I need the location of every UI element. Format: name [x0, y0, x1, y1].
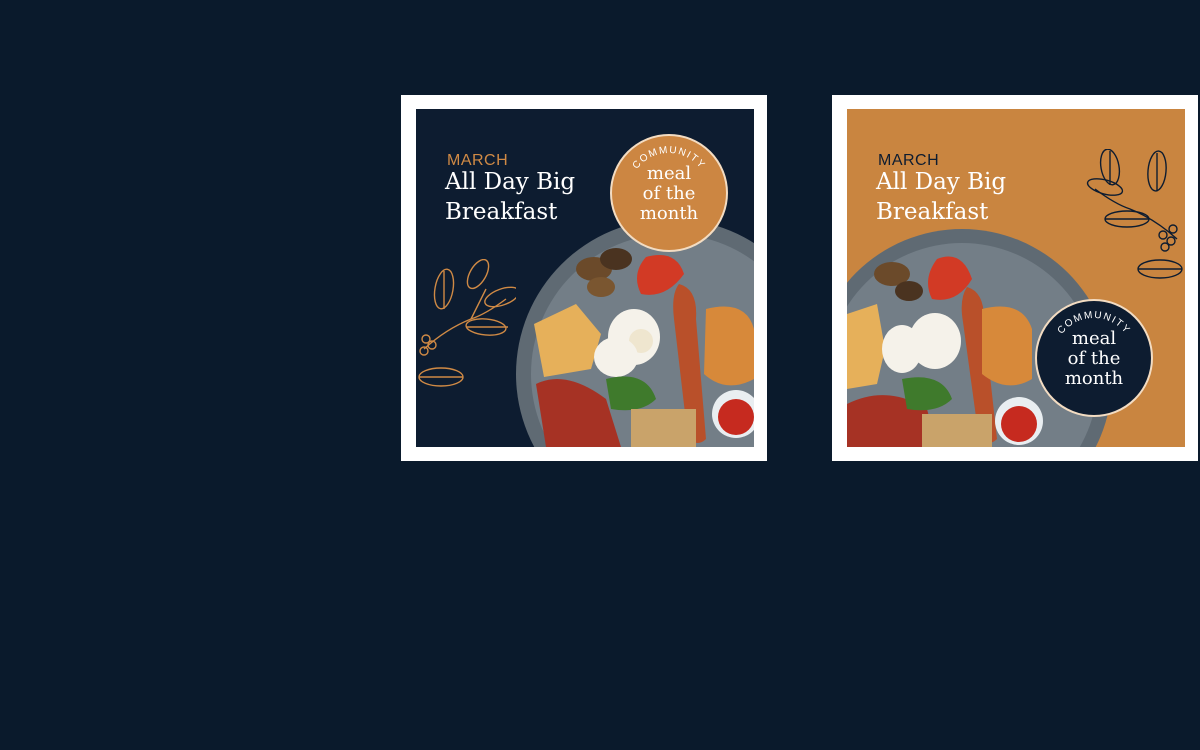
meal-title-line-1: All Day Big: [445, 169, 576, 195]
badge-line-2: of the: [1067, 348, 1121, 369]
meal-title-line-2: Breakfast: [445, 199, 558, 225]
meal-title: All Day Big Breakfast: [445, 167, 615, 227]
meal-title-line-1: All Day Big: [876, 169, 1007, 195]
meal-title: All Day Big Breakfast: [876, 167, 1046, 227]
card-panel: MARCH All Day Big Breakfast COMMUNITY me…: [416, 109, 754, 447]
badge-line-1: meal: [1071, 328, 1117, 349]
meal-of-the-month-badge: COMMUNITY meal of the month: [610, 134, 728, 252]
badge-text: meal of the month: [612, 164, 726, 224]
badge-line-3: month: [639, 203, 699, 224]
meal-title-line-2: Breakfast: [876, 199, 989, 225]
badge-line-1: meal: [646, 163, 692, 184]
badge-line-3: month: [1064, 368, 1124, 389]
card-panel: MARCH All Day Big Breakfast COMMUNITY me…: [847, 109, 1185, 447]
badge-text: meal of the month: [1037, 329, 1151, 389]
canvas: MARCH All Day Big Breakfast COMMUNITY me…: [0, 0, 1200, 750]
meal-card-navy[interactable]: MARCH All Day Big Breakfast COMMUNITY me…: [401, 95, 767, 461]
meal-card-orange[interactable]: MARCH All Day Big Breakfast COMMUNITY me…: [832, 95, 1198, 461]
meal-of-the-month-badge: COMMUNITY meal of the month: [1035, 299, 1153, 417]
badge-line-2: of the: [642, 183, 696, 204]
